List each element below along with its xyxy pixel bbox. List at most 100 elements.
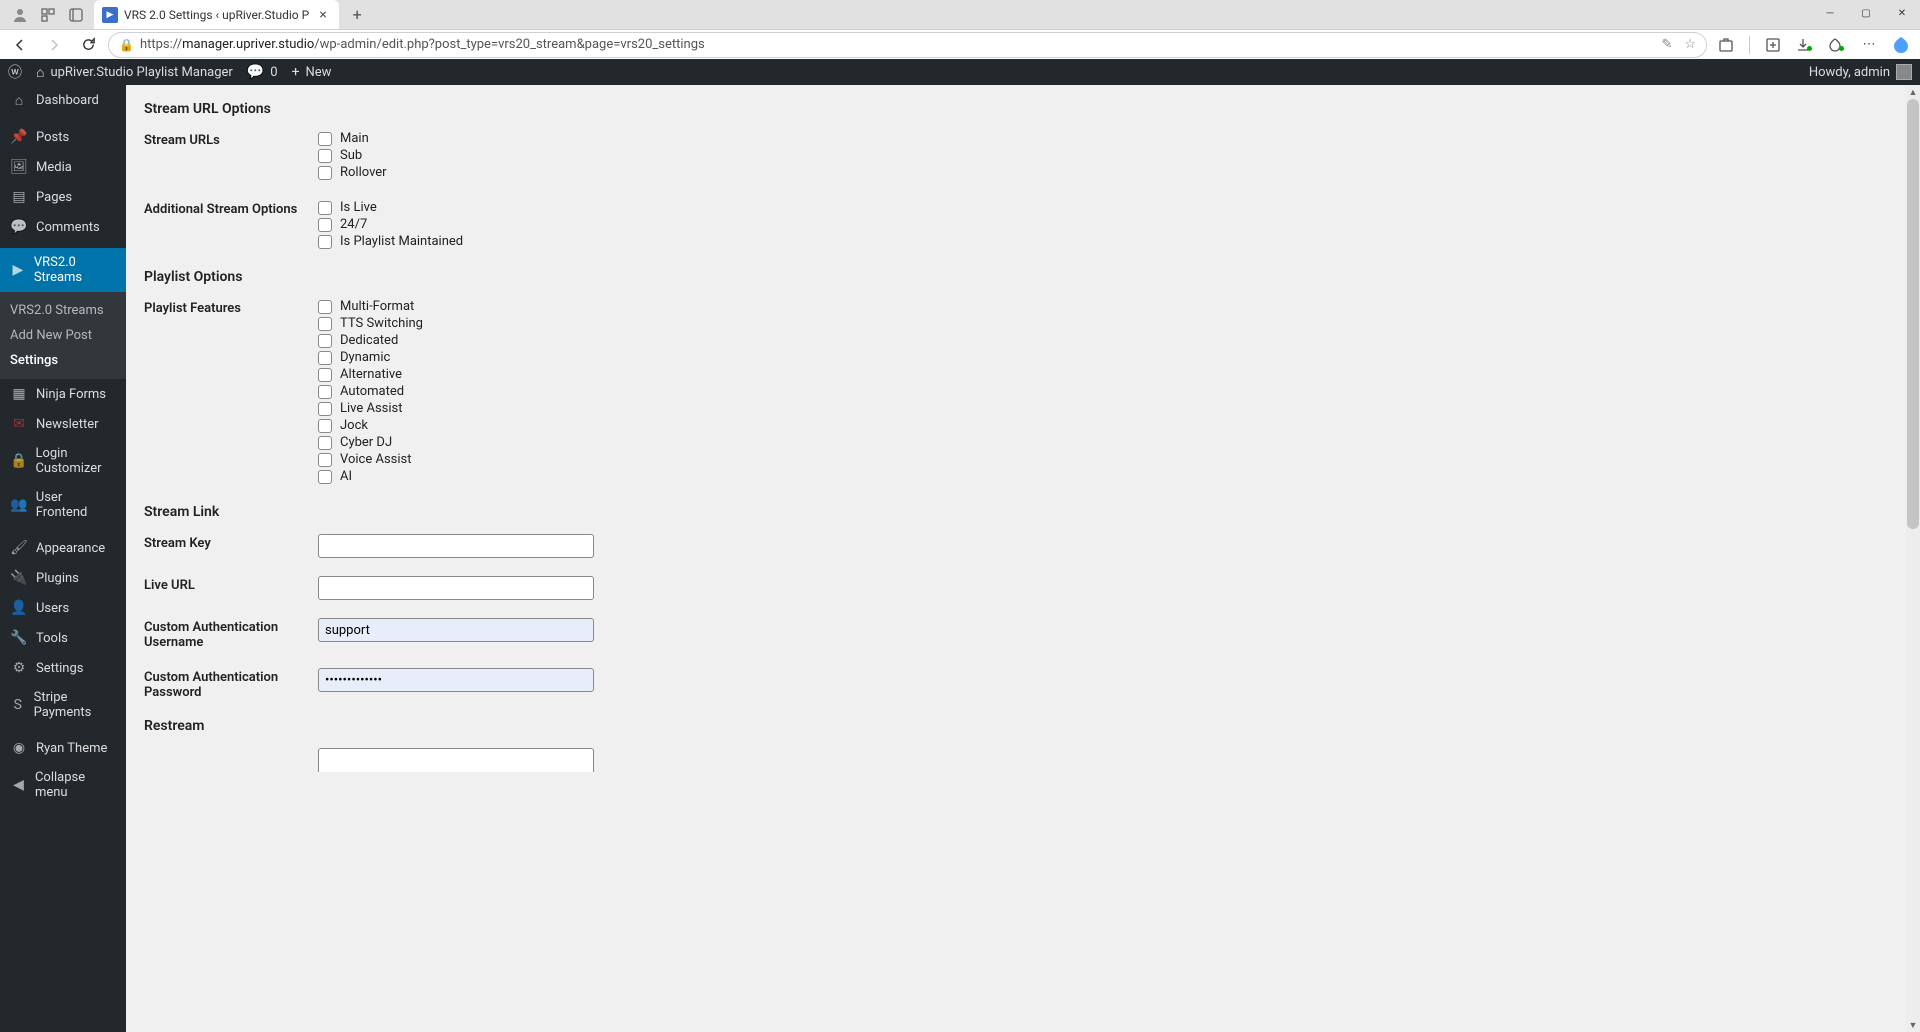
checkbox-row[interactable]: Dedicated (318, 333, 1902, 348)
workspaces-icon[interactable] (34, 1, 62, 29)
sidebar-item[interactable]: ◉Ryan Theme (0, 733, 126, 763)
sidebar-label: Pages (36, 190, 72, 205)
checkbox[interactable] (318, 334, 332, 348)
sidebar-item[interactable]: ▦Ninja Forms (0, 379, 126, 409)
scroll-thumb[interactable] (1907, 99, 1919, 529)
heading-stream-url: Stream URL Options (144, 101, 1902, 117)
checkbox-row[interactable]: Alternative (318, 367, 1902, 382)
close-window-button[interactable]: ✕ (1884, 0, 1920, 26)
scroll-up-icon[interactable]: ▲ (1906, 85, 1920, 99)
label-stream-key: Stream Key (144, 534, 318, 558)
checkbox[interactable] (318, 453, 332, 467)
checkbox-row[interactable]: Automated (318, 384, 1902, 399)
checkbox-row[interactable]: Main (318, 131, 1902, 146)
tab-overview-icon[interactable] (62, 1, 90, 29)
collections-icon[interactable] (1760, 32, 1786, 58)
checkbox-row[interactable]: Voice Assist (318, 452, 1902, 467)
checkbox[interactable] (318, 351, 332, 365)
live-url-input[interactable] (318, 576, 594, 600)
profile-icon[interactable] (6, 1, 34, 29)
sidebar-item[interactable]: 🔧Tools (0, 623, 126, 653)
checkbox[interactable] (318, 201, 332, 215)
site-name-link[interactable]: ⌂upRiver.Studio Playlist Manager (36, 59, 233, 85)
checkbox-row[interactable]: Rollover (318, 165, 1902, 180)
content-area: Stream URL Options Stream URLs MainSubRo… (126, 85, 1920, 1032)
downloads-icon[interactable] (1792, 32, 1818, 58)
checkbox-row[interactable]: Sub (318, 148, 1902, 163)
checkbox[interactable] (318, 419, 332, 433)
checkbox-row[interactable]: 24/7 (318, 217, 1902, 232)
checkbox[interactable] (318, 402, 332, 416)
checkbox-row[interactable]: Cyber DJ (318, 435, 1902, 450)
checkbox-row[interactable]: Dynamic (318, 350, 1902, 365)
reader-icon[interactable]: ✎ (1661, 37, 1672, 52)
sidebar-subitem[interactable]: Settings (0, 348, 126, 373)
checkbox[interactable] (318, 317, 332, 331)
sidebar-icon: ⌂ (10, 92, 28, 109)
minimize-button[interactable]: ─ (1812, 0, 1848, 26)
checkbox[interactable] (318, 436, 332, 450)
favorites-icon[interactable] (1824, 32, 1850, 58)
sidebar-item[interactable]: ✉Newsletter (0, 409, 126, 439)
extensions-icon[interactable] (1713, 32, 1739, 58)
checkbox[interactable] (318, 149, 332, 163)
checkbox[interactable] (318, 300, 332, 314)
sidebar-icon: ⚙ (10, 660, 28, 676)
checkbox[interactable] (318, 470, 332, 484)
sidebar-item[interactable]: 🔌Plugins (0, 563, 126, 593)
restream-input[interactable] (318, 748, 594, 772)
label-playlist-features: Playlist Features (144, 299, 318, 486)
checkbox-row[interactable]: Live Assist (318, 401, 1902, 416)
wp-logo[interactable]: ⓦ (8, 59, 22, 85)
copilot-icon[interactable] (1888, 32, 1914, 58)
sidebar-item[interactable]: 🔒Login Customizer (0, 439, 126, 483)
checkbox[interactable] (318, 218, 332, 232)
sidebar-item[interactable]: 👥User Frontend (0, 483, 126, 527)
new-link[interactable]: +New (292, 59, 332, 85)
sidebar-item[interactable]: ⚙Settings (0, 653, 126, 683)
checkbox-row[interactable]: TTS Switching (318, 316, 1902, 331)
close-tab-icon[interactable]: × (315, 7, 331, 23)
new-tab-button[interactable]: + (343, 1, 371, 29)
sidebar-item[interactable]: 📌Posts (0, 122, 126, 152)
sidebar-icon: 📌 (10, 129, 28, 145)
sidebar-item[interactable]: ⌂Dashboard (0, 85, 126, 116)
checkbox[interactable] (318, 385, 332, 399)
checkbox[interactable] (318, 235, 332, 249)
stream-key-input[interactable] (318, 534, 594, 558)
custom-pass-input[interactable] (318, 668, 594, 692)
sidebar-subitem[interactable]: Add New Post (0, 323, 126, 348)
maximize-button[interactable]: ▢ (1848, 0, 1884, 26)
scroll-down-icon[interactable]: ▼ (1906, 1018, 1920, 1032)
comments-link[interactable]: 💬0 (247, 59, 278, 85)
sidebar-item[interactable]: 👤Users (0, 593, 126, 623)
sidebar-item[interactable]: 🖼Media (0, 152, 126, 182)
sidebar-item[interactable]: ▶VRS2.0 Streams (0, 248, 126, 292)
checkbox-label: Sub (340, 148, 362, 163)
sidebar-item[interactable]: ◀Collapse menu (0, 763, 126, 807)
refresh-button[interactable] (74, 31, 102, 59)
sidebar-item[interactable]: ▤Pages (0, 182, 126, 212)
custom-user-input[interactable] (318, 618, 594, 642)
checkbox[interactable] (318, 132, 332, 146)
sidebar-item[interactable]: SStripe Payments (0, 683, 126, 727)
divider (1749, 36, 1750, 54)
sidebar-label: Appearance (36, 541, 105, 556)
checkbox-row[interactable]: Multi-Format (318, 299, 1902, 314)
scrollbar[interactable]: ▲ ▼ (1906, 85, 1920, 1032)
sidebar-subitem[interactable]: VRS2.0 Streams (0, 298, 126, 323)
checkbox-row[interactable]: Is Live (318, 200, 1902, 215)
checkbox-row[interactable]: AI (318, 469, 1902, 484)
checkbox[interactable] (318, 368, 332, 382)
checkbox-row[interactable]: Is Playlist Maintained (318, 234, 1902, 249)
more-icon[interactable]: ⋯ (1856, 32, 1882, 58)
favorite-icon[interactable]: ☆ (1684, 37, 1696, 52)
sidebar-item[interactable]: 🖌Appearance (0, 533, 126, 563)
sidebar-item[interactable]: 💬Comments (0, 212, 126, 242)
back-button[interactable] (6, 31, 34, 59)
checkbox[interactable] (318, 166, 332, 180)
browser-tab[interactable]: ▶ VRS 2.0 Settings ‹ upRiver.Studio P × (94, 0, 339, 29)
howdy-user[interactable]: Howdy, admin (1809, 59, 1912, 85)
checkbox-row[interactable]: Jock (318, 418, 1902, 433)
address-bar[interactable]: 🔒 https://manager.upriver.studio/wp-admi… (108, 32, 1707, 58)
